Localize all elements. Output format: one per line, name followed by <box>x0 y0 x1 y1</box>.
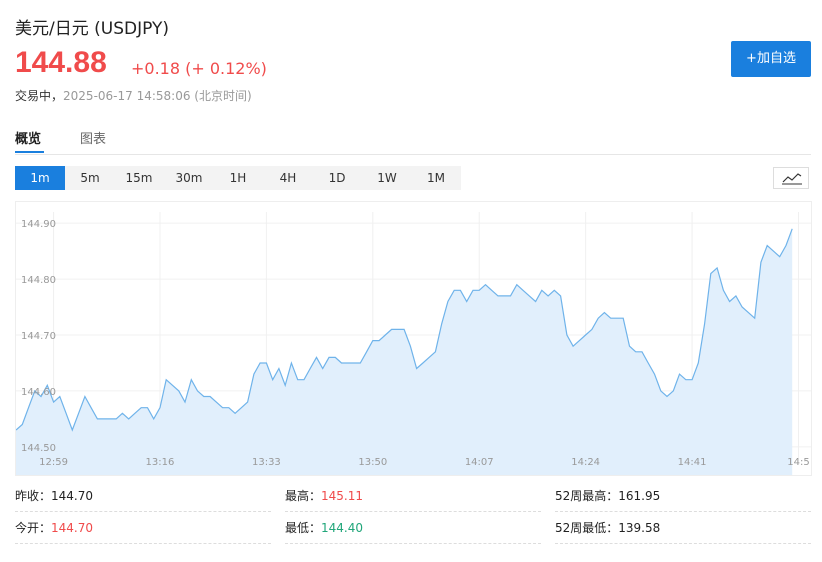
price-chart: 144.90 144.80 144.70 144.60 144.50 12:59 13:16… <box>15 201 812 476</box>
status-label: 交易中 <box>15 89 52 103</box>
price-area <box>16 228 793 475</box>
x-tick-label: 13:50 <box>358 457 387 468</box>
active-tab-indicator <box>15 151 44 153</box>
stat-low: 最低：144.40 <box>285 513 541 544</box>
stat-prev-close: 昨收：144.70 <box>15 481 271 512</box>
y-tick-label: 144.60 <box>21 387 56 398</box>
tab-overview[interactable]: 概览 <box>15 128 41 147</box>
add-watchlist-button[interactable]: +加自选 <box>731 41 811 77</box>
y-tick-label: 144.70 <box>21 331 56 342</box>
x-tick-label: 12:59 <box>39 457 68 468</box>
line-chart-icon <box>782 173 802 185</box>
stat-52w-low: 52周最低：139.58 <box>555 513 811 544</box>
period-15m[interactable]: 15m <box>114 166 164 190</box>
period-1h[interactable]: 1H <box>213 166 263 190</box>
price-change: +0.18 (+ 0.12%) <box>131 59 267 78</box>
stat-open: 今开：144.70 <box>15 513 271 544</box>
y-tick-label: 144.80 <box>21 275 56 286</box>
page-title: 美元/日元 (USDJPY) <box>15 19 169 39</box>
period-1w[interactable]: 1W <box>362 166 412 190</box>
x-tick-label: 14:41 <box>678 457 707 468</box>
y-tick-label: 144.90 <box>21 219 56 230</box>
chart-type-button[interactable] <box>773 167 809 189</box>
period-1m[interactable]: 1m <box>15 166 65 190</box>
x-tick-label: 14:07 <box>465 457 494 468</box>
y-tick-label: 144.50 <box>21 443 56 454</box>
period-5m[interactable]: 5m <box>65 166 115 190</box>
period-30m[interactable]: 30m <box>164 166 214 190</box>
current-price: 144.88 <box>15 46 107 79</box>
status-datetime: 2025-06-17 14:58:06 (北京时间) <box>63 89 252 103</box>
tab-bar: 概览 图表 <box>15 126 811 155</box>
tab-chart[interactable]: 图表 <box>80 128 106 147</box>
x-tick-label: 13:16 <box>146 457 175 468</box>
stat-52w-high: 52周最高：161.95 <box>555 481 811 512</box>
x-tick-label: 14:24 <box>571 457 600 468</box>
period-1mo[interactable]: 1M <box>411 166 461 190</box>
period-1d[interactable]: 1D <box>312 166 362 190</box>
period-selector: 1m 5m 15m 30m 1H 4H 1D 1W 1M <box>15 166 461 190</box>
stat-high: 最高：145.11 <box>285 481 541 512</box>
x-tick-label: 13:33 <box>252 457 281 468</box>
x-tick-label: 14:5 <box>787 457 809 468</box>
period-4h[interactable]: 4H <box>263 166 313 190</box>
trading-status: 交易中，2025-06-17 14:58:06 (北京时间) <box>15 89 252 103</box>
price-chart-svg: 144.90 144.80 144.70 144.60 144.50 12:59 13:16… <box>15 212 811 475</box>
